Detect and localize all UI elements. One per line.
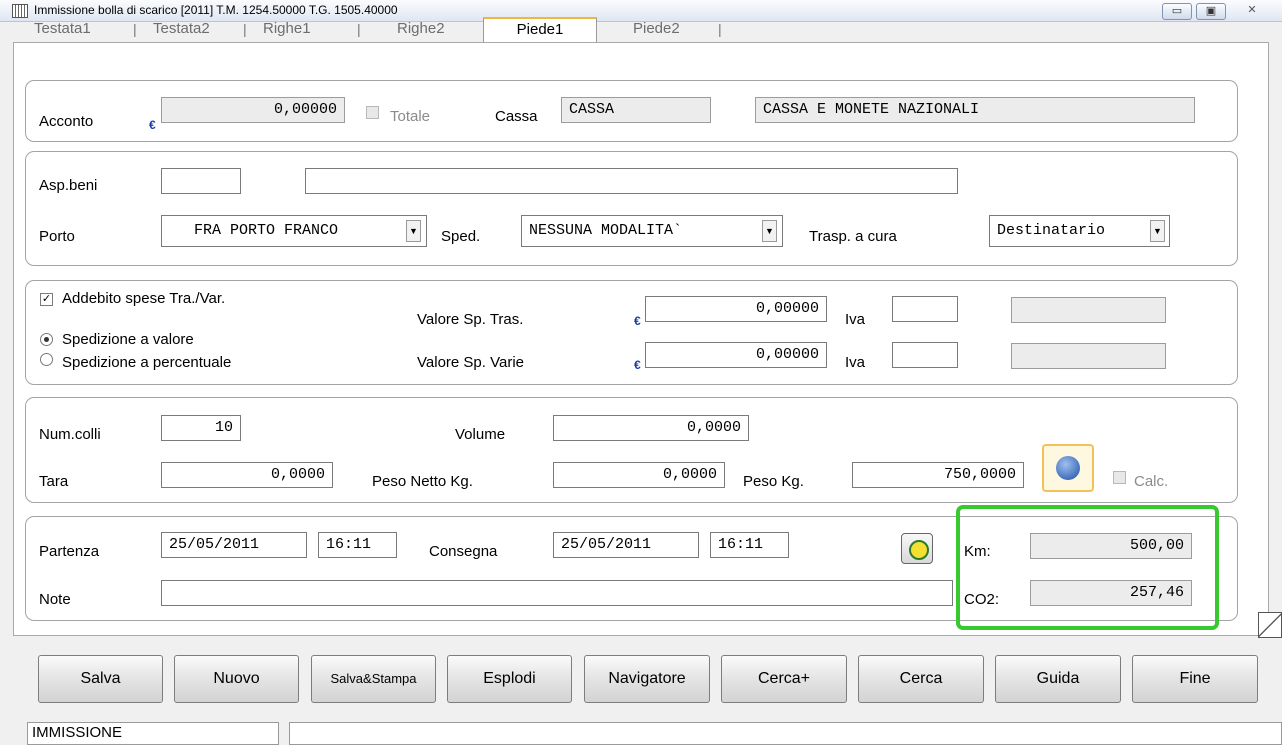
fine-button[interactable]: Fine <box>1132 655 1258 703</box>
tab-separator: | <box>718 21 722 37</box>
cerca-button[interactable]: Cerca <box>858 655 984 703</box>
note-field[interactable] <box>161 580 953 606</box>
status-mode: IMMISSIONE <box>27 722 279 745</box>
valore-sp-varie-field[interactable]: 0,00000 <box>645 342 827 368</box>
tab-righe1[interactable]: Righe1 <box>263 20 311 37</box>
nuovo-button[interactable]: Nuovo <box>174 655 299 703</box>
volume-label: Volume <box>455 426 506 443</box>
calc-label: Calc. <box>1134 473 1169 490</box>
consegna-date-field[interactable]: 25/05/2011 <box>553 532 699 558</box>
tara-label: Tara <box>39 473 69 490</box>
peso-kg-label: Peso Kg. <box>743 473 804 490</box>
note-label: Note <box>39 591 71 608</box>
cassa-desc-field: CASSA E MONETE NAZIONALI <box>755 97 1195 123</box>
clock-icon <box>909 540 929 560</box>
trasp-cura-label: Trasp. a cura <box>809 228 897 245</box>
tab-righe2[interactable]: Righe2 <box>397 20 445 37</box>
calculator-icon[interactable] <box>1042 444 1094 492</box>
clock-button[interactable] <box>901 533 933 564</box>
iva-varie-label: Iva <box>845 354 866 371</box>
maximize-button[interactable]: ▣ <box>1196 3 1226 20</box>
num-colli-label: Num.colli <box>39 426 101 443</box>
status-message <box>289 722 1282 745</box>
tara-field[interactable]: 0,0000 <box>161 462 333 488</box>
porto-label: Porto <box>39 228 75 245</box>
iva-varie-desc-field <box>1011 343 1166 369</box>
iva-varie-field[interactable] <box>892 342 958 368</box>
asp-beni-desc-field[interactable] <box>305 168 958 194</box>
totale-label: Totale <box>390 108 431 125</box>
euro-symbol: € <box>634 314 641 328</box>
title-bar: Immissione bolla di scarico [2011] T.M. … <box>0 0 1282 22</box>
asp-beni-label: Asp.beni <box>39 177 98 194</box>
window-title: Immissione bolla di scarico [2011] T.M. … <box>34 3 398 17</box>
salva-button[interactable]: Salva <box>38 655 163 703</box>
tab-piede2[interactable]: Piede2 <box>633 20 680 37</box>
spedizione-valore-radio[interactable] <box>40 333 53 346</box>
minimize-button[interactable]: ▭ <box>1162 3 1192 20</box>
partenza-time-field[interactable]: 16:11 <box>318 532 397 558</box>
spedizione-percentuale-radio[interactable] <box>40 353 53 366</box>
salva-stampa-button[interactable]: Salva&Stampa <box>311 655 436 703</box>
tab-separator: | <box>357 21 361 37</box>
porto-chevron-down-icon[interactable]: ▼ <box>406 220 421 242</box>
esplodi-button[interactable]: Esplodi <box>447 655 572 703</box>
tab-separator: | <box>243 21 247 37</box>
iva-tras-label: Iva <box>845 311 866 328</box>
partenza-label: Partenza <box>39 543 100 560</box>
guida-button[interactable]: Guida <box>995 655 1121 703</box>
tab-piede1[interactable]: Piede1 <box>483 17 597 43</box>
peso-netto-field[interactable]: 0,0000 <box>553 462 725 488</box>
highlight-box <box>956 505 1219 630</box>
cerca-plus-button[interactable]: Cerca+ <box>721 655 847 703</box>
resize-corner-icon[interactable] <box>1258 612 1282 638</box>
cassa-label: Cassa <box>495 108 538 125</box>
asp-beni-code-field[interactable] <box>161 168 241 194</box>
trasp-cura-chevron-down-icon[interactable]: ▼ <box>1150 220 1165 242</box>
valore-sp-tras-label: Valore Sp. Tras. <box>417 311 524 328</box>
spedizione-percentuale-label: Spedizione a percentuale <box>62 354 232 371</box>
consegna-label: Consegna <box>429 543 498 560</box>
peso-kg-field[interactable]: 750,0000 <box>852 462 1024 488</box>
spedizione-valore-label: Spedizione a valore <box>62 331 194 348</box>
cassa-code-field[interactable]: CASSA <box>561 97 711 123</box>
acconto-field[interactable]: 0,00000 <box>161 97 345 123</box>
tab-separator: | <box>133 21 137 37</box>
porto-select[interactable]: FRA PORTO FRANCO <box>161 215 427 247</box>
euro-symbol: € <box>634 358 641 372</box>
calc-checkbox[interactable] <box>1113 471 1126 484</box>
app-icon <box>12 4 28 18</box>
peso-netto-label: Peso Netto Kg. <box>372 473 473 490</box>
tab-testata2[interactable]: Testata2 <box>153 20 210 37</box>
valore-sp-tras-field[interactable]: 0,00000 <box>645 296 827 322</box>
partenza-date-field[interactable]: 25/05/2011 <box>161 532 307 558</box>
euro-symbol: € <box>149 118 156 132</box>
valore-sp-varie-label: Valore Sp. Varie <box>417 354 524 371</box>
acconto-label: Acconto <box>39 113 94 130</box>
consegna-time-field[interactable]: 16:11 <box>710 532 789 558</box>
trasp-cura-select[interactable]: Destinatario <box>989 215 1170 247</box>
sped-chevron-down-icon[interactable]: ▼ <box>762 220 777 242</box>
sped-select[interactable]: NESSUNA MODALITA` <box>521 215 783 247</box>
iva-tras-desc-field <box>1011 297 1166 323</box>
num-colli-field[interactable]: 10 <box>161 415 241 441</box>
volume-field[interactable]: 0,0000 <box>553 415 749 441</box>
close-button[interactable]: ✕ <box>1234 3 1270 20</box>
totale-checkbox[interactable] <box>366 106 379 119</box>
addebito-checkbox[interactable]: ✓ <box>40 293 53 306</box>
tab-testata1[interactable]: Testata1 <box>34 20 91 37</box>
sped-label: Sped. <box>441 228 481 245</box>
navigatore-button[interactable]: Navigatore <box>584 655 710 703</box>
iva-tras-field[interactable] <box>892 296 958 322</box>
addebito-label: Addebito spese Tra./Var. <box>62 290 226 307</box>
